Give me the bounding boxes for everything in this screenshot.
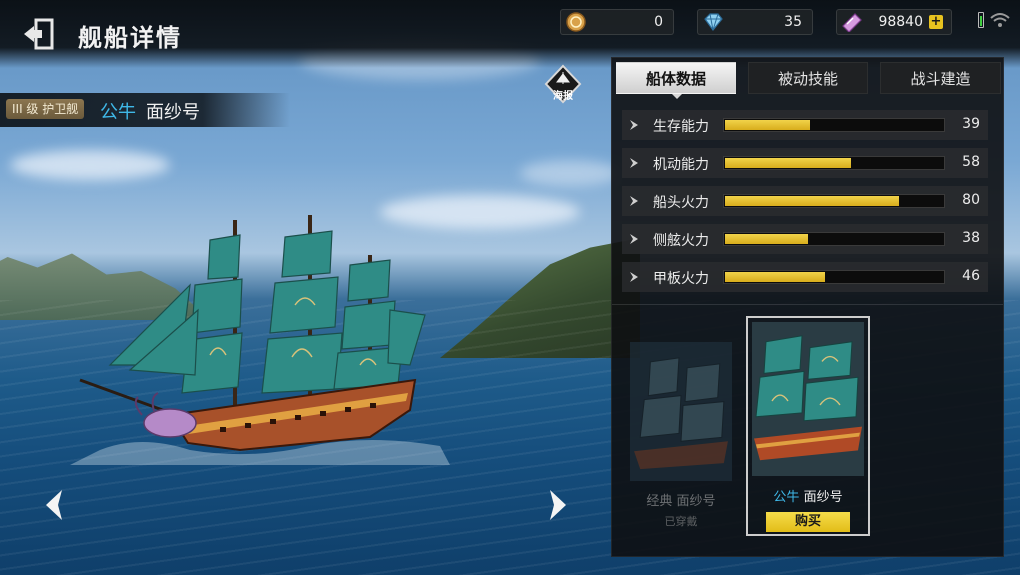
buy-skin-button[interactable]: 购买: [766, 512, 850, 532]
skin-name-prefix: 公牛: [773, 490, 800, 505]
bull-ship-thumbnail: [752, 322, 864, 476]
coin-counter: 0: [560, 9, 674, 35]
stat-label: 生存能力: [653, 119, 709, 135]
stat-value: 58: [962, 154, 980, 170]
add-ticket-button[interactable]: +: [929, 15, 943, 29]
stat-value: 80: [962, 192, 980, 208]
stat-bar-fill: [725, 272, 826, 282]
classic-ship-thumbnail: [630, 342, 732, 481]
stat-row-bow-firepower[interactable]: 船头火力 80: [622, 186, 988, 216]
active-tab-caret: [672, 94, 682, 99]
expand-arrow-icon: [630, 272, 638, 282]
ship-model[interactable]: [70, 215, 450, 465]
wifi-icon: [990, 13, 1010, 27]
skin-name-suffix: 面纱号: [803, 490, 843, 505]
skin-preview-image: [752, 322, 864, 476]
ship-class-badge: III 级 护卫舰: [6, 99, 85, 119]
stat-bar-fill: [725, 234, 808, 244]
expand-arrow-icon: [630, 234, 638, 244]
stat-bar: [723, 232, 945, 246]
tab-hull-data[interactable]: 船体数据: [616, 62, 736, 94]
stat-label: 船头火力: [653, 195, 709, 211]
ship-skin-prefix: 公牛: [100, 102, 136, 123]
stat-row-survival[interactable]: 生存能力 39: [622, 110, 988, 140]
stat-bar: [723, 118, 945, 132]
tab-bar: 船体数据 被动技能 战斗建造: [616, 62, 1001, 99]
panel-divider: [612, 304, 1003, 305]
skin-name-bull: 公牛 面纱号: [748, 486, 868, 505]
skin-card-classic[interactable]: 经典 面纱号 已穿戴: [626, 338, 736, 533]
ship-details-panel: 船体数据 被动技能 战斗建造 生存能力 39 机动能力 58 船头火力 80 侧…: [611, 57, 1004, 557]
skin-preview-image: [630, 342, 732, 481]
page-title: 舰船详情: [78, 24, 182, 52]
ship-name: 面纱号: [146, 102, 200, 123]
prev-ship-arrow-icon[interactable]: [42, 488, 66, 522]
cloud: [520, 160, 620, 186]
stat-label: 甲板火力: [653, 271, 709, 287]
ticket-value: 98840: [878, 14, 923, 30]
exit-door-icon[interactable]: [22, 18, 56, 50]
stat-bar-fill: [725, 120, 811, 130]
stat-bar: [723, 156, 945, 170]
stat-row-broadside-firepower[interactable]: 侧舷火力 38: [622, 224, 988, 254]
cloud: [10, 150, 170, 180]
stat-bar: [723, 194, 945, 208]
stat-value: 46: [962, 268, 980, 284]
ticket-icon: [842, 13, 862, 32]
stat-bar: [723, 270, 945, 284]
expand-arrow-icon: [630, 196, 638, 206]
stat-bar-fill: [725, 196, 900, 206]
ship-name-bar: III 级 护卫舰 公牛 面纱号: [0, 93, 290, 127]
skin-equipped-status: 已穿戴: [664, 515, 698, 528]
stat-value: 38: [962, 230, 980, 246]
stat-value: 39: [962, 116, 980, 132]
tab-passive-skills[interactable]: 被动技能: [748, 62, 868, 94]
battery-icon: [978, 12, 984, 28]
diamond-icon: [704, 13, 723, 31]
coin-value: 0: [654, 14, 663, 30]
skin-card-bull[interactable]: 公牛 面纱号 购买: [746, 316, 870, 536]
diamond-value: 35: [784, 14, 802, 30]
skin-name-classic: 经典 面纱号: [646, 494, 716, 509]
stat-label: 侧舷火力: [653, 233, 709, 249]
stat-row-deck-firepower[interactable]: 甲板火力 46: [622, 262, 988, 292]
stat-bar-fill: [725, 158, 852, 168]
poster-button[interactable]: 海报: [542, 64, 584, 104]
tab-battle-build[interactable]: 战斗建造: [880, 62, 1001, 94]
stat-label: 机动能力: [653, 157, 709, 173]
ticket-counter: 98840 +: [836, 9, 952, 35]
expand-arrow-icon: [630, 158, 638, 168]
stat-row-mobility[interactable]: 机动能力 58: [622, 148, 988, 178]
expand-arrow-icon: [630, 120, 638, 130]
next-ship-arrow-icon[interactable]: [546, 488, 570, 522]
diamond-counter: 35: [697, 9, 813, 35]
poster-label: 海报: [553, 91, 573, 102]
coin-icon: [566, 12, 586, 32]
